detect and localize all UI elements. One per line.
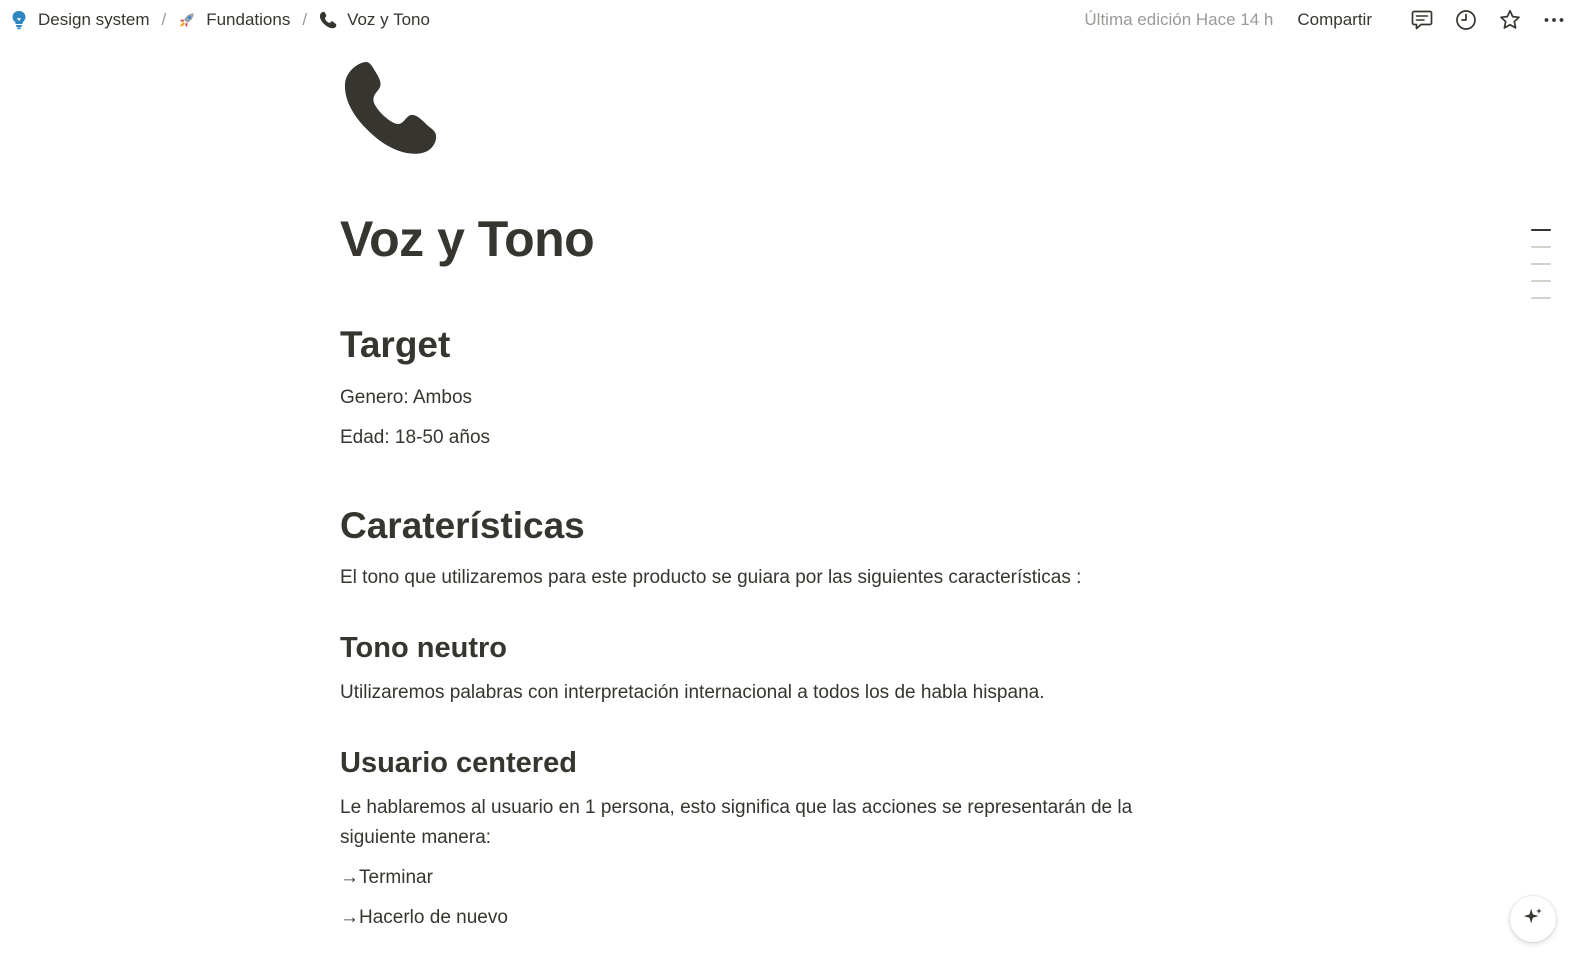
sparkle-icon bbox=[1522, 906, 1544, 933]
toc-item[interactable] bbox=[1531, 297, 1551, 299]
heading-tono-neutro[interactable]: Tono neutro bbox=[340, 632, 507, 665]
lightbulb-icon bbox=[10, 11, 28, 30]
breadcrumb-separator: / bbox=[161, 10, 167, 29]
text-block[interactable]: →Terminar bbox=[340, 863, 1170, 893]
more-icon[interactable] bbox=[1540, 6, 1568, 34]
text-block[interactable]: Edad: 18-50 años bbox=[340, 423, 1170, 453]
table-of-contents[interactable] bbox=[1531, 229, 1551, 314]
phone-icon[interactable] bbox=[340, 58, 440, 158]
breadcrumb-separator: / bbox=[302, 10, 308, 29]
rocket-icon bbox=[178, 11, 196, 29]
breadcrumb: Design system / Fundations / Voz y Tono bbox=[6, 8, 434, 32]
toc-item[interactable] bbox=[1531, 280, 1551, 282]
comment-icon[interactable] bbox=[1408, 6, 1436, 34]
share-button[interactable]: Compartir bbox=[1297, 10, 1372, 30]
heading-caracteristicas[interactable]: Caraterísticas bbox=[340, 505, 585, 547]
phone-icon bbox=[319, 11, 337, 29]
page-title[interactable]: Voz y Tono bbox=[340, 210, 595, 268]
toc-item[interactable] bbox=[1531, 229, 1551, 231]
breadcrumb-item-voz-y-tono[interactable]: Voz y Tono bbox=[315, 8, 434, 32]
heading-target[interactable]: Target bbox=[340, 324, 450, 366]
topbar: Design system / Fundations / Voz y Tono … bbox=[0, 0, 1578, 40]
breadcrumb-label: Voz y Tono bbox=[347, 10, 430, 29]
ai-assistant-button[interactable] bbox=[1510, 896, 1556, 942]
topbar-actions: Última edición Hace 14 h Compartir bbox=[1084, 6, 1568, 34]
text-block[interactable]: Le hablaremos al usuario en 1 persona, e… bbox=[340, 793, 1170, 853]
text-block[interactable]: Utilizaremos palabras con interpretación… bbox=[340, 678, 1170, 708]
toc-item[interactable] bbox=[1531, 246, 1551, 248]
text-block[interactable]: →Hacerlo de nuevo bbox=[340, 903, 1170, 933]
heading-usuario-centered[interactable]: Usuario centered bbox=[340, 747, 577, 780]
history-icon[interactable] bbox=[1452, 6, 1480, 34]
breadcrumb-item-fundations[interactable]: Fundations bbox=[174, 8, 294, 32]
breadcrumb-item-design-system[interactable]: Design system bbox=[6, 8, 153, 32]
last-edited-text: Última edición Hace 14 h bbox=[1084, 10, 1274, 29]
breadcrumb-label: Fundations bbox=[206, 10, 291, 29]
star-icon[interactable] bbox=[1496, 6, 1524, 34]
text-block[interactable]: Genero: Ambos bbox=[340, 383, 1170, 413]
text-block[interactable]: El tono que utilizaremos para este produ… bbox=[340, 563, 1170, 593]
breadcrumb-label: Design system bbox=[38, 10, 150, 29]
toc-item[interactable] bbox=[1531, 263, 1551, 265]
